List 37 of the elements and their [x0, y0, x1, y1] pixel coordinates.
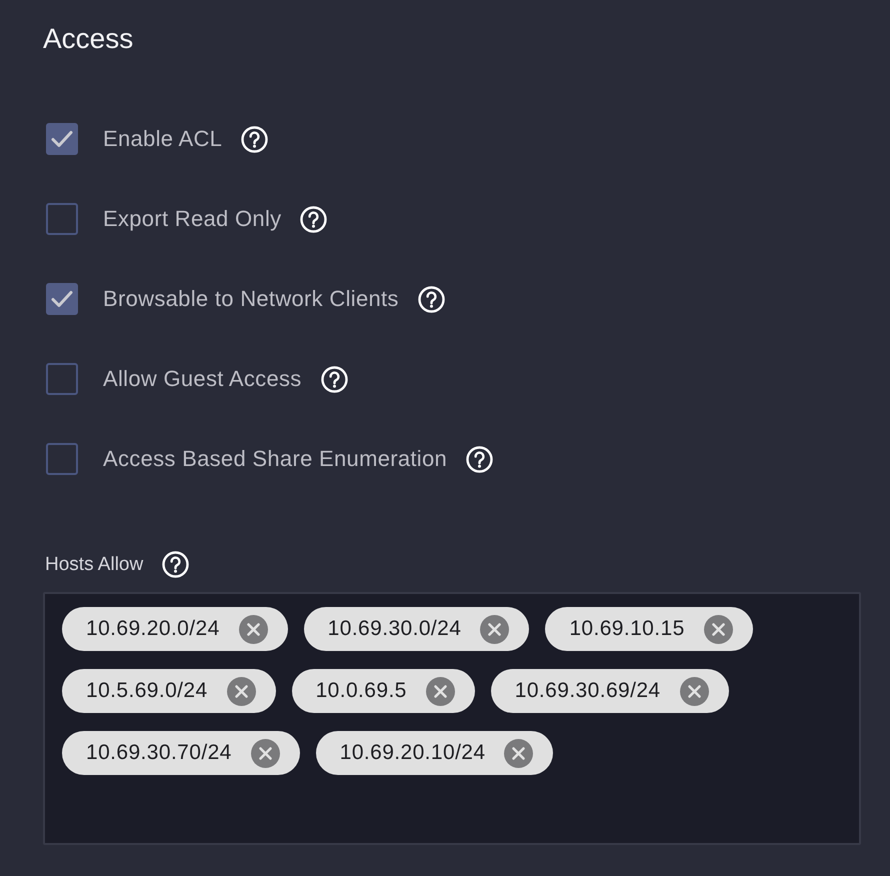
remove-icon[interactable] — [504, 738, 534, 768]
option-label: Access Based Share Enumeration — [103, 445, 448, 473]
host-address: 10.69.20.10/24 — [340, 740, 486, 766]
checkbox[interactable] — [46, 123, 78, 155]
remove-icon[interactable] — [704, 614, 733, 644]
remove-icon[interactable] — [226, 676, 256, 706]
host-address: 10.69.30.0/24 — [328, 616, 462, 642]
help-icon[interactable] — [466, 446, 494, 472]
check-icon — [51, 130, 73, 148]
remove-icon[interactable] — [480, 614, 510, 644]
host-address: 10.69.20.0/24 — [86, 616, 220, 642]
option-label: Allow Guest Access — [103, 365, 302, 393]
remove-icon[interactable] — [250, 738, 280, 768]
help-icon[interactable] — [241, 126, 268, 152]
option-label: Enable ACL — [103, 125, 222, 153]
host-address: 10.69.30.70/24 — [86, 740, 232, 766]
option-label: Browsable to Network Clients — [103, 285, 399, 313]
host-address: 10.5.69.0/24 — [86, 678, 208, 704]
section-title: Access — [43, 22, 134, 56]
hosts-input-field[interactable]: 10.69.20.0/24 10.69.30.0/24 10.69.10.15 10.5.69.0/24 10.0.69.5 10.69.30.69/24 10.69.30.70/24 10.69.20.10/24 — [43, 592, 861, 845]
help-icon[interactable] — [320, 366, 348, 392]
host-address: 10.69.10.15 — [569, 616, 685, 642]
checkbox[interactable] — [46, 283, 78, 315]
option-label: Export Read Only — [103, 205, 282, 233]
field-label: Hosts Allow — [45, 552, 144, 576]
help-icon[interactable] — [300, 206, 328, 232]
checkbox[interactable] — [46, 443, 78, 475]
check-icon — [51, 290, 73, 308]
checkbox[interactable] — [46, 203, 78, 235]
host-address: 10.0.69.5 — [316, 678, 407, 704]
help-icon[interactable] — [418, 286, 445, 312]
help-icon[interactable] — [162, 551, 190, 578]
remove-icon[interactable] — [238, 614, 268, 644]
remove-icon[interactable] — [680, 676, 708, 706]
remove-icon[interactable] — [426, 676, 455, 706]
checkbox[interactable] — [46, 363, 78, 395]
host-address: 10.69.30.69/24 — [514, 678, 660, 704]
